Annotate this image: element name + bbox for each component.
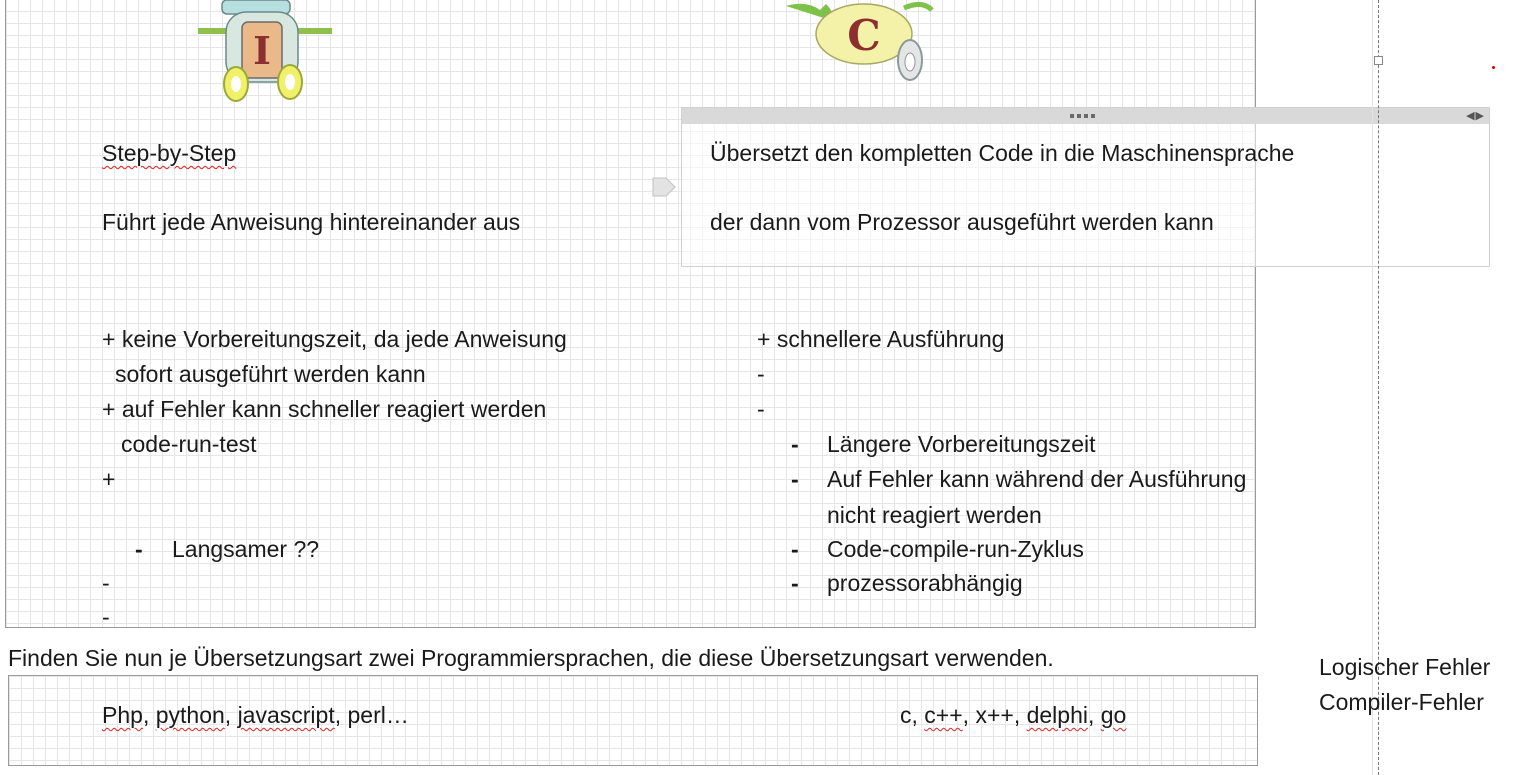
interpreter-plus: + bbox=[102, 466, 116, 492]
compiler-con-1: Längere Vorbereitungszeit bbox=[827, 431, 1096, 457]
compiler-con-bullet: - bbox=[791, 536, 799, 562]
lang-cpp: c++ bbox=[924, 702, 963, 728]
compiler-dash-1: - bbox=[757, 361, 765, 387]
lang-c: c bbox=[900, 702, 912, 728]
interpreter-robot-letter: I bbox=[253, 28, 271, 73]
compiler-dash-2: - bbox=[757, 396, 765, 422]
compiler-line-1: Übersetzt den kompletten Code in die Mas… bbox=[710, 140, 1295, 166]
resize-handle[interactable] bbox=[1374, 56, 1383, 65]
compiler-pro-1: + schnellere Ausführung bbox=[757, 326, 1005, 352]
sidenote-line-2: Compiler-Fehler bbox=[1319, 689, 1484, 715]
lang-php: Php bbox=[102, 702, 143, 728]
ink-dot bbox=[1492, 66, 1495, 69]
container-arrow-icon bbox=[652, 177, 676, 197]
compiler-con-bullet: - bbox=[791, 466, 799, 492]
sidenote-line-1: Logischer Fehler bbox=[1319, 654, 1491, 680]
drag-grip-icon[interactable] bbox=[1070, 114, 1098, 118]
lang-go: go bbox=[1100, 702, 1127, 728]
interpreter-title: Step-by-Step bbox=[102, 140, 237, 166]
interpreter-dash-1: - bbox=[102, 570, 110, 596]
interpreter-description: Führt jede Anweisung hintereinander aus bbox=[102, 209, 521, 235]
compiler-robot-letter: C bbox=[847, 11, 880, 60]
question-text: Finden Sie nun je Übersetzungsart zwei P… bbox=[8, 645, 1054, 671]
lang-python: python bbox=[155, 702, 225, 728]
interpreter-dash-2: - bbox=[102, 604, 110, 630]
interpreter-con-bullet: - bbox=[135, 536, 143, 562]
compiler-con-2-cont: nicht reagiert werden bbox=[827, 502, 1042, 528]
answer-interpreted-languages: Php, python, javascript, perl… bbox=[102, 702, 409, 728]
interpreter-con-1: Langsamer ?? bbox=[172, 536, 320, 562]
interpreter-pro-2-cont: code-run-test bbox=[121, 431, 257, 457]
lang-xpp: x++ bbox=[975, 702, 1014, 728]
compiler-con-3: Code-compile-run-Zyklus bbox=[827, 535, 1084, 563]
compiler-con-bullet: - bbox=[791, 431, 799, 457]
lang-javascript: javascript bbox=[237, 702, 335, 728]
compiler-con-4: prozessorabhängig bbox=[827, 570, 1023, 596]
container-title-bar[interactable]: ◀▶ bbox=[682, 108, 1489, 124]
compiler-con-2: Auf Fehler kann während der Ausführung bbox=[827, 466, 1247, 492]
compiler-line-2: der dann vom Prozessor ausgeführt werden… bbox=[710, 209, 1214, 235]
compiler-con-3-text: Code-compile-run-Zyklus bbox=[827, 536, 1084, 562]
compiler-con-bullet: - bbox=[791, 570, 799, 596]
interpreter-pro-1: + keine Vorbereitungszeit, da jede Anwei… bbox=[102, 326, 567, 352]
lang-delphi: delphi bbox=[1026, 702, 1088, 728]
interpreter-pro-2: + auf Fehler kann schneller reagiert wer… bbox=[102, 396, 547, 422]
interpreter-pro-1-cont: sofort ausgeführt werden kann bbox=[115, 361, 426, 387]
interpreter-robot-image: I bbox=[198, 0, 332, 102]
answer-compiled-languages: c, c++, x++, delphi, go bbox=[900, 702, 1127, 728]
resize-arrows-icon[interactable]: ◀▶ bbox=[1466, 108, 1485, 124]
compiler-text-container[interactable]: ◀▶ bbox=[681, 107, 1490, 267]
lang-perl: perl… bbox=[347, 702, 409, 728]
compiler-robot-image: C bbox=[786, 2, 934, 81]
main-note-container[interactable] bbox=[5, 0, 1256, 628]
